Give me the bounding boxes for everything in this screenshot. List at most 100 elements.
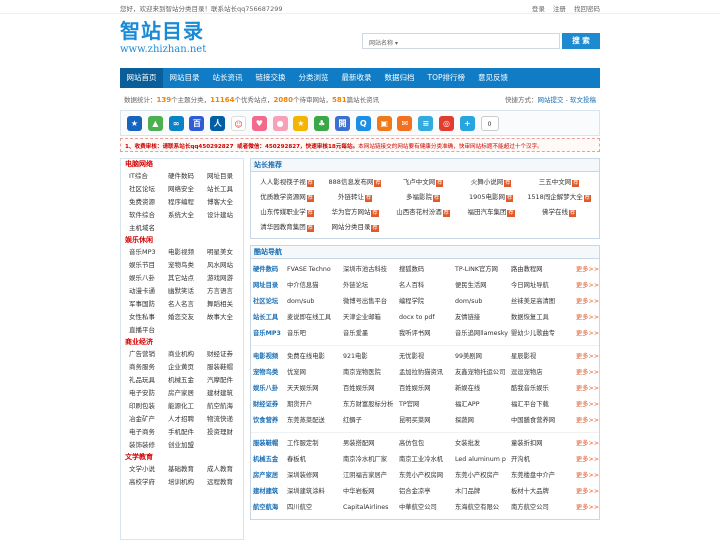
site-link[interactable]: 中华岩板网: [343, 484, 399, 500]
category-link[interactable]: 网络安全: [168, 183, 205, 196]
category-link[interactable]: 软件综合: [129, 209, 166, 222]
category-link[interactable]: 物流快递: [207, 413, 243, 426]
site-link[interactable]: 南京工业冷水机: [399, 452, 455, 468]
category-link[interactable]: 机械五金: [168, 374, 205, 387]
recommended-site[interactable]: 1518闯企解梦大全荐: [525, 190, 593, 205]
category-link[interactable]: 能源化工: [168, 400, 205, 413]
more-link[interactable]: 更多>>: [567, 381, 599, 397]
category-link[interactable]: 房产家居: [168, 387, 205, 400]
recommended-site[interactable]: 福田汽车集团荐: [457, 205, 525, 220]
site-link[interactable]: 春板机: [287, 452, 343, 468]
category-link[interactable]: 动漫卡通: [129, 285, 166, 298]
category-link[interactable]: 娱乐节目: [129, 259, 166, 272]
site-link[interactable]: 音乐爱墨: [343, 326, 399, 342]
category-link[interactable]: 印刷包装: [129, 400, 166, 413]
site-link[interactable]: 东莞楼盘中介产: [511, 468, 567, 484]
nav-item[interactable]: 站长资讯: [206, 68, 249, 88]
site-category-link[interactable]: 站长工具: [253, 310, 287, 326]
site-link[interactable]: 逗逗宠物店: [511, 365, 567, 381]
nav-item[interactable]: 最新收录: [335, 68, 378, 88]
site-link[interactable]: 星辰影视: [511, 349, 567, 365]
category-link[interactable]: 娱乐八卦: [129, 272, 166, 285]
site-category-link[interactable]: 宠物鸟类: [253, 365, 287, 381]
site-link[interactable]: 南京宠物医院: [343, 365, 399, 381]
category-link[interactable]: 汽摩配件: [207, 374, 243, 387]
site-link[interactable]: CapitalAirlines: [343, 500, 399, 516]
category-link[interactable]: 冶金矿产: [129, 413, 166, 426]
site-link[interactable]: 期货开户: [287, 397, 343, 413]
category-link[interactable]: 社区论坛: [129, 183, 166, 196]
category-link[interactable]: 程序编程: [168, 196, 205, 209]
site-link[interactable]: 天天娱乐网: [287, 381, 343, 397]
recommended-site[interactable]: 佛学在线荐: [525, 205, 593, 220]
recommended-site[interactable]: 三五中文网荐: [525, 175, 593, 190]
site-link[interactable]: 新娱在线: [455, 381, 511, 397]
more-link[interactable]: 更多>>: [567, 310, 599, 326]
site-link[interactable]: 免费在线电影: [287, 349, 343, 365]
site-link[interactable]: 99美剧网: [455, 349, 511, 365]
photo-icon[interactable]: ▲: [147, 116, 163, 131]
category-section-title[interactable]: 商业经济: [121, 337, 243, 348]
nav-item[interactable]: 网站目录: [163, 68, 206, 88]
site-link[interactable]: 友情链接: [455, 310, 511, 326]
site-link[interactable]: 东方财富股标分析: [343, 397, 399, 413]
category-link[interactable]: 主机域名: [129, 222, 166, 235]
site-link[interactable]: TP-LINK官方网: [455, 262, 511, 278]
category-section-title[interactable]: 娱乐休闲: [121, 235, 243, 246]
more-link[interactable]: 更多>>: [567, 294, 599, 310]
people-icon[interactable]: ☺: [231, 116, 246, 131]
site-link[interactable]: 南方航空公司: [511, 500, 567, 516]
site-link[interactable]: 优宠网: [287, 365, 343, 381]
site-link[interactable]: 今日网址导航: [511, 278, 567, 294]
recommended-site[interactable]: 火舞小说网荐: [457, 175, 525, 190]
category-link[interactable]: 投资理财: [207, 426, 243, 439]
more-link[interactable]: 更多>>: [567, 413, 599, 429]
category-link[interactable]: 基础教育: [168, 463, 205, 476]
site-link[interactable]: dom/sub: [287, 294, 343, 310]
site-link[interactable]: 四川航空: [287, 500, 343, 516]
site-link[interactable]: 搜狐数码: [399, 262, 455, 278]
site-link[interactable]: TP官网: [399, 397, 455, 413]
category-link[interactable]: IT综合: [129, 170, 166, 183]
site-link[interactable]: 外链论坛: [343, 278, 399, 294]
site-link[interactable]: Led aluminum p: [455, 452, 511, 468]
category-link[interactable]: 硬件数码: [168, 170, 205, 183]
site-link[interactable]: docx to pdf: [399, 310, 455, 326]
site-category-link[interactable]: 房产家居: [253, 468, 287, 484]
category-link[interactable]: 电子商务: [129, 426, 166, 439]
site-link[interactable]: 中華航空公司: [399, 500, 455, 516]
site-link[interactable]: dom/sub: [455, 294, 511, 310]
login-link[interactable]: 登录: [532, 5, 545, 13]
nav-item[interactable]: 意见反馈: [472, 68, 515, 88]
category-link[interactable]: 名人名言: [168, 298, 205, 311]
site-link[interactable]: 婴幼少儿歌曲专: [511, 326, 567, 342]
more-link[interactable]: 更多>>: [567, 500, 599, 516]
site-link[interactable]: 孟加拉豹猫资讯: [399, 365, 455, 381]
site-link[interactable]: 南京冷水机厂家: [343, 452, 399, 468]
more-link[interactable]: 更多>>: [567, 349, 599, 365]
site-link[interactable]: 无忧影视: [399, 349, 455, 365]
site-link[interactable]: 便民生活网: [455, 278, 511, 294]
category-link[interactable]: 广告营销: [129, 348, 166, 361]
category-link[interactable]: 宠物鸟类: [168, 259, 205, 272]
search-button[interactable]: 搜 索: [562, 33, 600, 49]
site-link[interactable]: 女装批发: [455, 436, 511, 452]
site-link[interactable]: 编程学院: [399, 294, 455, 310]
recommended-site[interactable]: 1905电影网荐: [457, 190, 525, 205]
site-link[interactable]: 工作服定制: [287, 436, 343, 452]
nav-item[interactable]: 链接交换: [249, 68, 292, 88]
nav-item[interactable]: 分类浏览: [292, 68, 335, 88]
site-link[interactable]: 东莞小产权房网: [399, 468, 455, 484]
site-link[interactable]: 酷我音乐娱乐: [511, 381, 567, 397]
site-link[interactable]: 铝合金凉亭: [399, 484, 455, 500]
site-link[interactable]: 木门品牌: [455, 484, 511, 500]
infinity-icon[interactable]: ∞: [168, 116, 184, 131]
site-category-link[interactable]: 社区论坛: [253, 294, 287, 310]
star-icon[interactable]: ★: [127, 116, 142, 131]
heart-icon[interactable]: ♥: [251, 116, 267, 131]
category-link[interactable]: 方言语言: [207, 285, 243, 298]
pink-icon[interactable]: ●: [272, 116, 288, 131]
more-link[interactable]: 更多>>: [567, 468, 599, 484]
site-link[interactable]: 音乐追网llamesky: [455, 326, 511, 342]
site-category-link[interactable]: 服装鞋帽: [253, 436, 287, 452]
